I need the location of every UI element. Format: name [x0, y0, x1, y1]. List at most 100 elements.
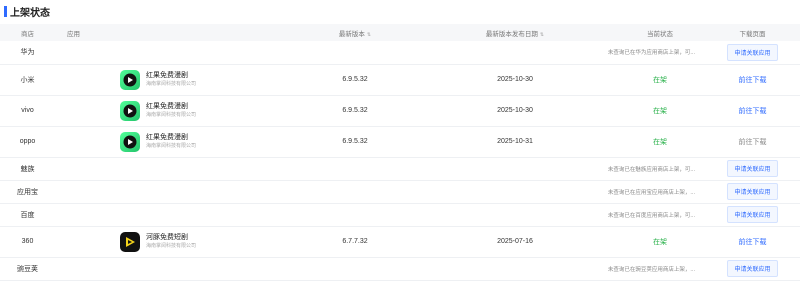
status-note: 未查询已在魅族应用商店上架，可... [607, 166, 695, 173]
table-row: 百度 未查询已在百度应用商店上架，可... 申请关联应用 [0, 203, 800, 227]
version [295, 41, 415, 65]
col-date[interactable]: 最新版本发布日期 ⇅ [415, 24, 615, 41]
col-app: 应用 [55, 24, 295, 41]
app-name: 河豚免费短剧 [146, 234, 188, 241]
release-date: 2025-07-16 [415, 226, 615, 258]
release-date: 2025-10-30 [415, 64, 615, 96]
status-note: 未查询已在豌豆荚应用商店上架，... [607, 266, 695, 273]
action-cell: 前往下载 [705, 64, 800, 96]
col-status: 当前状态 [615, 24, 705, 41]
app-cell: 红果免费漫剧海南掌阅科技有限公司 [55, 64, 295, 96]
release-date: 2025-10-30 [415, 95, 615, 127]
action-cell: 申请关联应用 [705, 180, 800, 204]
store-name: vivo [0, 95, 55, 127]
action-cell: 前往下载 [705, 226, 800, 258]
release-date: 2025-10-31 [415, 126, 615, 158]
app-cell [55, 180, 295, 204]
status-cell: 在架 [615, 226, 705, 258]
store-name: 豌豆荚 [0, 257, 55, 281]
section-header: 上架状态 [0, 0, 800, 24]
action-cell: 前往下载 [705, 95, 800, 127]
version [295, 157, 415, 181]
version [295, 203, 415, 227]
app-name: 红果免费漫剧 [146, 72, 188, 79]
action-cell: 前往下载 [705, 126, 800, 158]
version [295, 180, 415, 204]
app-cell [55, 257, 295, 281]
version: 6.7.7.32 [295, 226, 415, 258]
download-link[interactable]: 前往下载 [739, 77, 767, 84]
app-cell: 红果免费漫剧海南掌阅科技有限公司 [55, 95, 295, 127]
table-row: vivo 红果免费漫剧 海南掌阅科技有限公司 6.9.5.32 2025-10-30 在架… [0, 95, 800, 127]
status-note: 未查询已在百度应用商店上架，可... [607, 212, 695, 219]
status-cell: 未查询已在百度应用商店上架，可... [608, 203, 705, 227]
col-version[interactable]: 最新版本 ⇅ [295, 24, 415, 41]
app-name: 红果免费漫剧 [146, 134, 188, 141]
version [295, 257, 415, 281]
version: 6.9.5.32 [295, 126, 415, 158]
version: 6.9.5.32 [295, 64, 415, 96]
section-title: 上架状态 [10, 8, 50, 19]
hongguo-app-icon [120, 100, 140, 121]
status-cell: 在架 [615, 126, 705, 158]
download-link[interactable]: 前往下载 [739, 239, 767, 246]
hongguo-app-icon [120, 131, 140, 152]
app-cell: 红果免费漫剧海南掌阅科技有限公司 [55, 126, 295, 158]
col-store: 商店 [0, 24, 55, 41]
sort-icon: ⇅ [366, 31, 372, 38]
status-cell: 在架 [615, 64, 705, 96]
store-name: 魅族 [0, 157, 55, 181]
status-cell: 未查询已在应用宝应用商店上架，... [608, 180, 705, 204]
app-cell: 河豚免费短剧海南掌阅科技有限公司 [55, 226, 295, 258]
section-accent-bar [4, 6, 7, 17]
status-cell: 未查询已在华为应用商店上架，可... [608, 41, 705, 65]
status-cell: 未查询已在魅族应用商店上架，可... [608, 157, 705, 181]
table-row: 360 河豚免费短剧 海南掌阅科技有限公司 6.7.7.32 2025-07-16 在架前… [0, 226, 800, 258]
status-badge: 在架 [653, 238, 667, 246]
table-header: 商店 应用 最新版本 ⇅ 最新版本发布日期 ⇅ 当前状态 下载页面 [0, 24, 800, 41]
version: 6.9.5.32 [295, 95, 415, 127]
store-name: 应用宝 [0, 180, 55, 204]
store-name: 百度 [0, 203, 55, 227]
table-row: 华为 未查询已在华为应用商店上架，可... 申请关联应用 [0, 41, 800, 65]
action-cell: 申请关联应用 [705, 203, 800, 227]
hongguo-app-icon [120, 69, 140, 90]
link-app-button[interactable]: 申请关联应用 [727, 206, 778, 223]
app-company: 海南掌阅科技有限公司 [146, 112, 197, 118]
status-badge: 在架 [653, 107, 667, 115]
table-row: 小米 红果免费漫剧 海南掌阅科技有限公司 6.9.5.32 2025-10-30 在架 前往… [0, 64, 800, 96]
store-name: 360 [0, 226, 55, 258]
sort-icon: ⇅ [539, 31, 545, 38]
table-row: 应用宝 未查询已在应用宝应用商店上架，... 申请关联应用 [0, 180, 800, 204]
listing-table: 商店 应用 最新版本 ⇅ 最新版本发布日期 ⇅ 当前状态 下载页面 华为 未查询已在华… [0, 24, 800, 281]
action-cell: 申请关联应用 [705, 157, 800, 181]
status-cell: 在架 [615, 95, 705, 127]
status-badge: 在架 [653, 76, 667, 84]
status-note: 未查询已在应用宝应用商店上架，... [607, 189, 695, 196]
store-name: 小米 [0, 64, 55, 96]
download-link[interactable]: 前往下载 [739, 139, 767, 146]
app-company: 海南掌阅科技有限公司 [146, 81, 197, 87]
status-badge: 在架 [653, 138, 667, 146]
table-row: oppo 红果免费漫剧 海南掌阅科技有限公司 6.9.5.32 2025-10-31 在架… [0, 126, 800, 158]
table-row: 魅族 未查询已在魅族应用商店上架，可... 申请关联应用 [0, 157, 800, 181]
link-app-button[interactable]: 申请关联应用 [727, 183, 778, 200]
status-note: 未查询已在华为应用商店上架，可... [607, 50, 695, 57]
status-cell: 未查询已在豌豆荚应用商店上架，... [608, 257, 705, 281]
link-app-button[interactable]: 申请关联应用 [727, 160, 778, 177]
app-company: 海南掌阅科技有限公司 [146, 243, 197, 249]
app-name: 红果免费漫剧 [146, 103, 188, 110]
link-app-button[interactable]: 申请关联应用 [727, 43, 778, 61]
table-row: 豌豆荚 未查询已在豌豆荚应用商店上架，... 申请关联应用 [0, 257, 800, 281]
app-cell [55, 41, 295, 65]
link-app-button[interactable]: 申请关联应用 [727, 260, 778, 277]
action-cell: 申请关联应用 [705, 41, 800, 65]
hetun-app-icon [120, 231, 140, 252]
store-name: oppo [0, 126, 55, 158]
app-cell [55, 157, 295, 181]
action-cell: 申请关联应用 [705, 257, 800, 281]
download-link[interactable]: 前往下载 [739, 108, 767, 115]
app-company: 海南掌阅科技有限公司 [146, 143, 197, 149]
app-cell [55, 203, 295, 227]
col-page: 下载页面 [705, 24, 800, 41]
